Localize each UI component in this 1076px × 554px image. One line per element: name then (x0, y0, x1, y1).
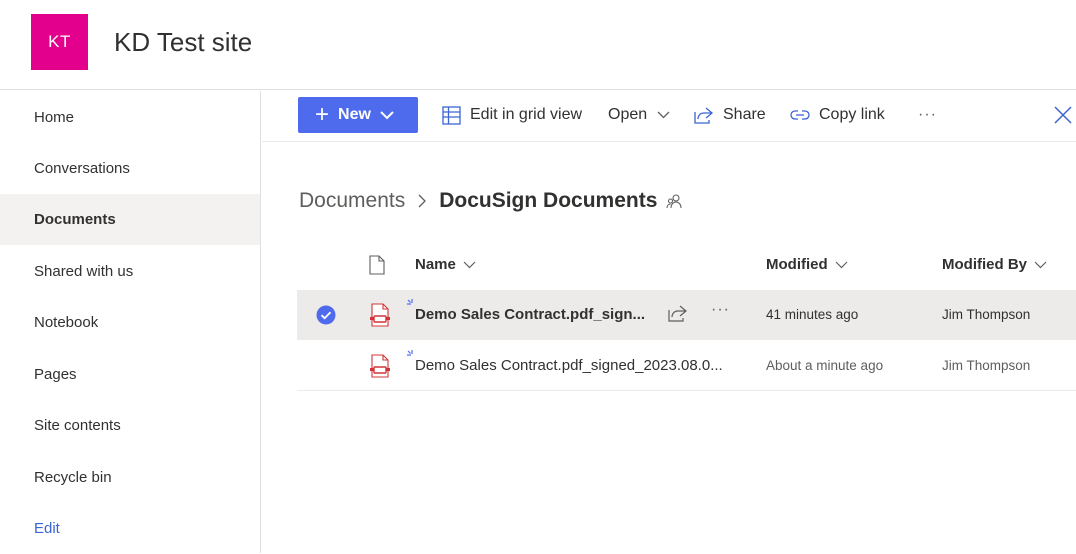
copy-link-button[interactable]: Copy link (790, 97, 885, 133)
edit-grid-view-button[interactable]: Edit in grid view (442, 97, 582, 133)
breadcrumb-current-folder: DocuSign Documents (439, 189, 658, 212)
more-commands-button[interactable]: ··· (918, 97, 937, 133)
pdf-file-icon (369, 354, 391, 383)
column-name-label: Name (415, 256, 456, 273)
plus-icon: + (315, 101, 330, 128)
chevron-down-icon (380, 110, 394, 120)
share-button[interactable]: Share (694, 97, 766, 133)
file-name-link[interactable]: Demo Sales Contract.pdf_sign... (415, 306, 655, 323)
close-icon[interactable] (1053, 105, 1073, 130)
breadcrumb-documents-link[interactable]: Documents (299, 189, 405, 213)
grid-icon (442, 105, 461, 125)
chevron-down-icon (835, 261, 848, 268)
new-button[interactable]: + New (298, 97, 418, 133)
column-header-modified[interactable]: Modified (766, 256, 848, 273)
pdf-file-icon (369, 303, 391, 332)
share-icon (694, 107, 714, 124)
chevron-down-icon (463, 261, 476, 268)
share-icon[interactable] (668, 304, 688, 327)
share-label: Share (723, 106, 766, 123)
file-type-icon[interactable] (369, 255, 385, 280)
nav-item-home[interactable]: Home (0, 92, 260, 143)
open-label: Open (608, 106, 648, 123)
breadcrumb: Documents DocuSign Documents (299, 186, 682, 216)
column-modified-by-label: Modified By (942, 256, 1027, 273)
nav-item-documents[interactable]: Documents (0, 194, 260, 245)
column-header-name[interactable]: Name (415, 256, 476, 273)
list-header: Name Modified Modified By (297, 244, 1076, 286)
modified-by-cell[interactable]: Jim Thompson (942, 307, 1030, 322)
edit-grid-view-label: Edit in grid view (470, 106, 583, 123)
modified-cell: About a minute ago (766, 358, 884, 373)
nav-item-notebook[interactable]: Notebook (0, 297, 260, 348)
open-button[interactable]: Open (608, 97, 670, 133)
command-bar: + New Edit in grid view Open Share Copy … (262, 91, 1076, 142)
nav-item-recycle-bin[interactable]: Recycle bin (0, 452, 260, 503)
column-modified-label: Modified (766, 256, 828, 273)
site-header: KT KD Test site (0, 0, 1076, 90)
list-row[interactable]: Demo Sales Contract.pdf_sign... ··· 41 m… (297, 290, 1076, 340)
list-row[interactable]: Demo Sales Contract.pdf_signed_2023.08.0… (297, 341, 1076, 391)
nav-item-conversations[interactable]: Conversations (0, 143, 260, 194)
left-navigation: Home Conversations Documents Shared with… (0, 91, 261, 553)
nav-item-pages[interactable]: Pages (0, 349, 260, 400)
site-logo[interactable]: KT (31, 14, 88, 70)
link-icon (790, 110, 810, 120)
chevron-down-icon (1034, 261, 1047, 268)
modified-cell: 41 minutes ago (766, 307, 859, 322)
chevron-right-icon (418, 194, 427, 208)
site-title[interactable]: KD Test site (114, 27, 252, 58)
more-actions-icon[interactable]: ··· (711, 301, 730, 319)
chevron-down-icon (657, 111, 670, 119)
copy-link-label: Copy link (819, 106, 885, 123)
modified-by-cell[interactable]: Jim Thompson (942, 358, 1030, 373)
nav-item-site-contents[interactable]: Site contents (0, 400, 260, 451)
column-header-modified-by[interactable]: Modified By (942, 256, 1047, 273)
file-name-link[interactable]: Demo Sales Contract.pdf_signed_2023.08.0… (415, 357, 745, 374)
new-button-label: New (338, 106, 371, 123)
nav-item-shared-with-us[interactable]: Shared with us (0, 246, 260, 297)
nav-edit-link[interactable]: Edit (0, 503, 260, 554)
selected-checkmark-icon[interactable] (316, 305, 336, 330)
shared-people-icon[interactable] (666, 193, 682, 209)
